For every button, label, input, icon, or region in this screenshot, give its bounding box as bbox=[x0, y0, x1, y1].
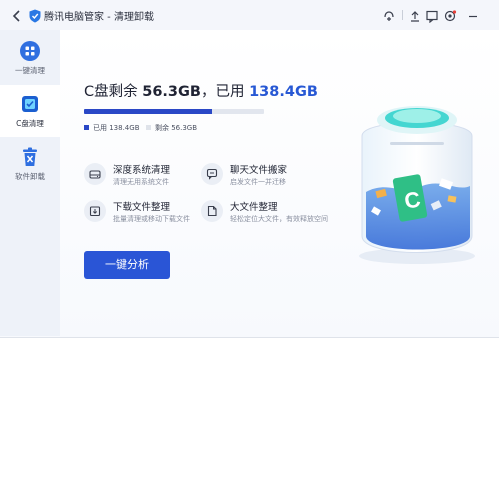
download-folder-icon bbox=[84, 200, 106, 222]
disk-used-prefix: ，已用 bbox=[200, 84, 245, 100]
legend-free-swatch bbox=[146, 125, 151, 130]
disk-used-value: 138.4GB bbox=[249, 84, 318, 100]
sidebar-item-label: C盘清理 bbox=[16, 119, 44, 128]
legend-free: 剩余 56.3GB bbox=[146, 123, 197, 133]
disk-free-prefix: C盘剩余 bbox=[84, 84, 138, 100]
back-icon[interactable] bbox=[10, 8, 24, 22]
disk-icon bbox=[19, 93, 41, 115]
feedback-icon[interactable] bbox=[425, 8, 439, 24]
feature-desc: 清理无用系统文件 bbox=[113, 178, 169, 186]
disk-usage-bar bbox=[84, 109, 264, 114]
legend-used-swatch bbox=[84, 125, 89, 130]
sidebar-item-label: 一键清理 bbox=[15, 66, 45, 75]
sidebar: 一键清理 C盘清理 软件卸载 bbox=[0, 30, 60, 336]
feature-desc: 批量清理或移动下载文件 bbox=[113, 215, 190, 223]
feature-deep-system-clean[interactable]: 深度系统清理 清理无用系统文件 bbox=[84, 162, 214, 192]
feature-title: 聊天文件搬家 bbox=[230, 165, 288, 176]
grid-icon bbox=[19, 40, 41, 62]
file-icon bbox=[201, 200, 223, 222]
feature-title: 下载文件整理 bbox=[113, 202, 171, 213]
feature-desc: 轻松定位大文件，有效释放空间 bbox=[230, 215, 328, 223]
sidebar-item-software-uninstall[interactable]: 软件卸载 bbox=[0, 138, 60, 190]
sidebar-item-c-drive-clean[interactable]: C盘清理 bbox=[0, 85, 60, 137]
disk-summary: C盘剩余 56.3GB，已用 138.4GB bbox=[84, 80, 318, 101]
upload-icon[interactable] bbox=[408, 8, 422, 22]
disk-usage-fill bbox=[84, 109, 212, 114]
feature-large-file-organize[interactable]: 大文件整理 轻松定位大文件，有效释放空间 bbox=[201, 199, 331, 229]
trash-icon bbox=[19, 146, 41, 168]
feature-chat-files-move[interactable]: 聊天文件搬家 启发文件一并迁移 bbox=[201, 162, 331, 192]
chat-files-icon bbox=[201, 163, 223, 185]
feature-desc: 启发文件一并迁移 bbox=[230, 178, 286, 186]
shield-logo-icon bbox=[29, 8, 41, 23]
title-bar: 腾讯电脑管家 - 清理卸载 bbox=[0, 0, 499, 30]
legend-used: 已用 138.4GB bbox=[84, 123, 140, 133]
one-click-analyze-button[interactable]: 一键分析 bbox=[84, 251, 170, 279]
app-window: 腾讯电脑管家 - 清理卸载 一键清理 C盘清理 软件卸载 C盘剩余 56.3GB… bbox=[0, 0, 499, 338]
main-panel: C盘剩余 56.3GB，已用 138.4GB 已用 138.4GB 剩余 56.… bbox=[60, 30, 499, 336]
toolbar-divider bbox=[402, 10, 403, 20]
minimize-icon[interactable] bbox=[466, 8, 480, 22]
window-title: 腾讯电脑管家 - 清理卸载 bbox=[44, 12, 154, 23]
feature-title: 大文件整理 bbox=[230, 202, 278, 213]
legend-free-label: 剩余 56.3GB bbox=[155, 124, 198, 132]
sidebar-item-one-click-clean[interactable]: 一键清理 bbox=[0, 32, 60, 84]
storage-cleaner-illustration: C bbox=[359, 106, 475, 264]
drive-icon bbox=[84, 163, 106, 185]
feature-title: 深度系统清理 bbox=[113, 165, 171, 176]
disk-free-value: 56.3GB bbox=[142, 84, 201, 100]
scan-icon[interactable] bbox=[382, 8, 396, 22]
settings-icon[interactable] bbox=[443, 8, 457, 22]
legend-used-label: 已用 138.4GB bbox=[93, 124, 140, 132]
sidebar-item-label: 软件卸载 bbox=[15, 172, 45, 181]
feature-download-organize[interactable]: 下载文件整理 批量清理或移动下载文件 bbox=[84, 199, 214, 229]
